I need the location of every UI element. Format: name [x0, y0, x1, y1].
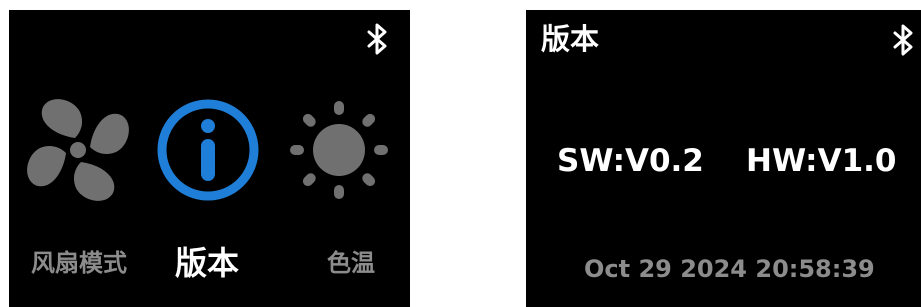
fan-icon[interactable] — [23, 95, 133, 205]
page-title: 版本 — [541, 22, 600, 56]
sun-icon[interactable] — [284, 95, 394, 205]
build-date: Oct 29 2024 20:58:39 — [584, 255, 875, 283]
hardware-version: HW:V1.0 — [746, 143, 897, 179]
software-version: SW:V0.2 — [557, 143, 704, 179]
menu-label-version[interactable]: 版本 — [137, 238, 277, 284]
bluetooth-icon — [893, 24, 913, 56]
menu-screen: 风扇模式 版本 色温 — [9, 10, 410, 307]
menu-label-color-temp[interactable]: 色温 — [281, 243, 410, 278]
menu-label-fan-mode[interactable]: 风扇模式 — [9, 243, 149, 278]
bluetooth-icon — [367, 23, 387, 55]
version-screen: 版本 SW:V0.2 HW:V1.0 Oct 29 2024 20:58:39 — [526, 10, 921, 307]
info-icon[interactable] — [153, 95, 263, 205]
